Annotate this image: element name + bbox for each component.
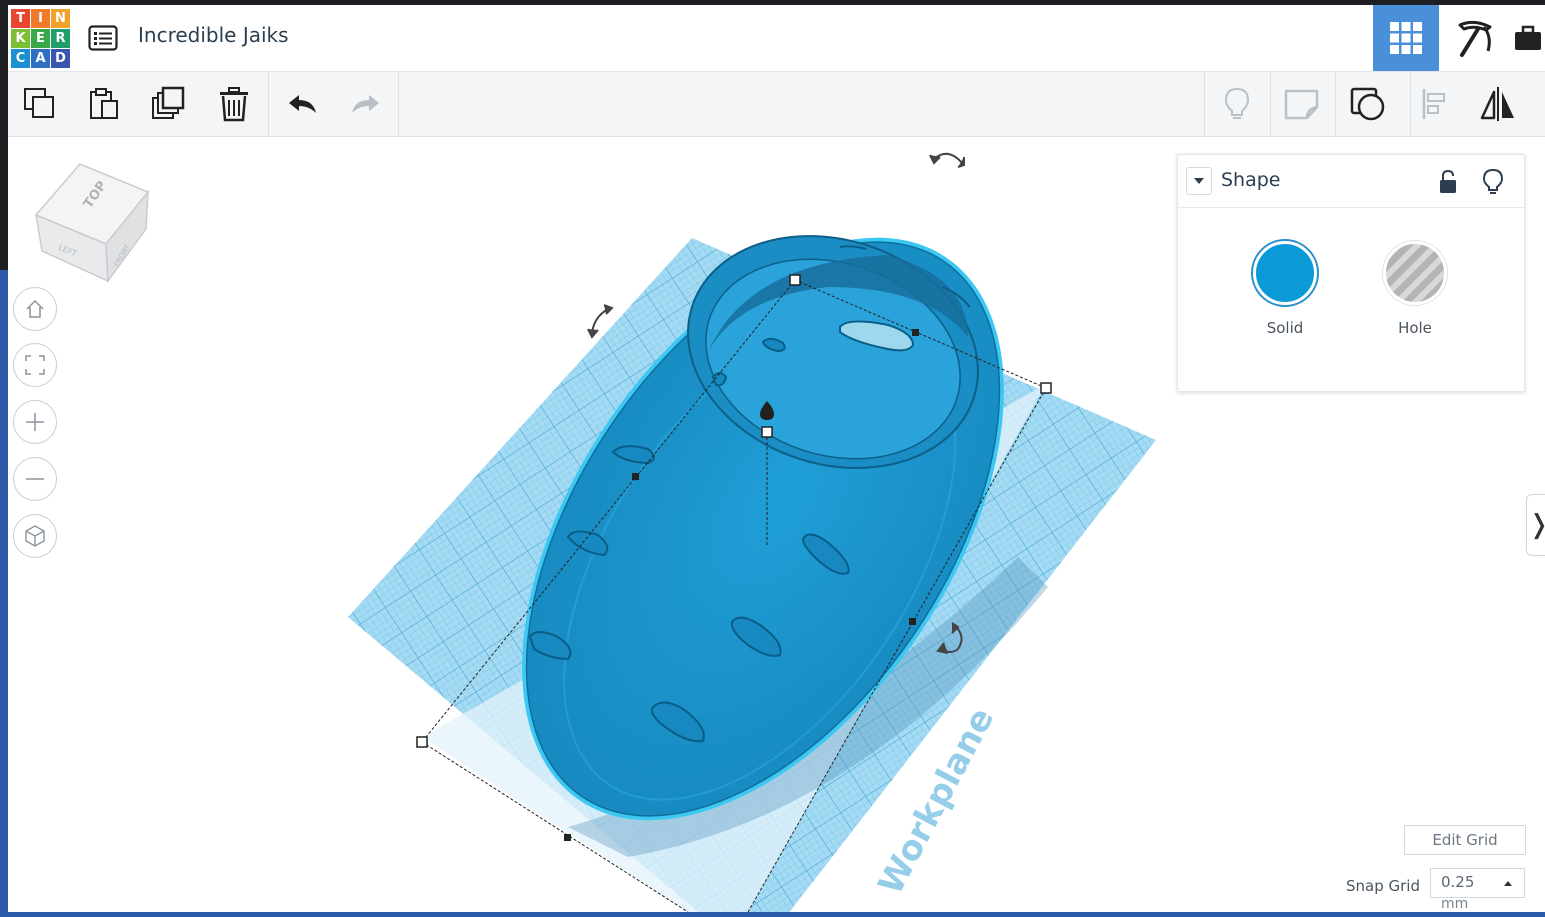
shape-window-icon: [1350, 87, 1385, 121]
collapse-panel-button[interactable]: [1186, 167, 1212, 195]
project-title[interactable]: Incredible Jaiks: [138, 23, 289, 47]
logo-letter: T: [11, 9, 30, 28]
hole-swatch[interactable]: [1383, 241, 1447, 305]
shape-inspector-panel: Shape Solid Hole: [1177, 154, 1525, 392]
solid-option[interactable]: Solid: [1245, 241, 1325, 337]
copy-icon: [24, 88, 54, 118]
top-bar: T I N K E R C A D Incredible Jaiks: [8, 5, 1545, 72]
toolbar-divider: [1204, 72, 1205, 136]
grid-icon: [1390, 22, 1422, 54]
3d-view-button[interactable]: [1373, 5, 1439, 71]
snap-grid-unit: mm: [1441, 896, 1469, 912]
toolbar-divider: [1270, 72, 1271, 136]
hole-label: Hole: [1398, 319, 1432, 337]
toolbar-divider: [268, 72, 269, 136]
view-cube-graphic: TOP LEFT FRONT: [34, 163, 150, 284]
logo-letter: I: [31, 9, 50, 28]
note-icon: [1284, 89, 1319, 120]
height-handle[interactable]: [761, 426, 773, 438]
tinkercad-logo[interactable]: T I N K E R C A D: [11, 9, 71, 69]
perspective-icon: [25, 525, 45, 547]
zoom-in-icon: [26, 413, 44, 431]
delete-button[interactable]: [212, 82, 256, 126]
perspective-button[interactable]: [13, 514, 57, 558]
group-button[interactable]: [1346, 82, 1390, 126]
corner-handle[interactable]: [789, 274, 801, 286]
view-cube[interactable]: TOP LEFT FRONT: [30, 159, 160, 291]
caret-down-icon: [1194, 178, 1204, 184]
undo-button[interactable]: [280, 82, 324, 126]
expand-side-panel-button[interactable]: ❭: [1526, 494, 1545, 556]
align-button[interactable]: [1413, 82, 1457, 126]
copy-button[interactable]: [18, 82, 62, 126]
home-icon: [26, 299, 44, 318]
fit-view-button[interactable]: [13, 343, 57, 387]
edit-grid-button[interactable]: Edit Grid: [1404, 825, 1526, 855]
list-icon: [88, 25, 118, 51]
toolbar-divider: [398, 72, 399, 136]
caret-up-icon: [1504, 881, 1512, 886]
paste-icon: [90, 88, 118, 119]
mirror-button[interactable]: [1476, 82, 1520, 126]
snap-grid-value: 0.25: [1441, 873, 1475, 891]
duplicate-button[interactable]: [147, 82, 191, 126]
align-icon: [1422, 89, 1445, 119]
trash-icon: [220, 87, 248, 122]
briefcase-icon: [1515, 25, 1541, 50]
edge-handle[interactable]: [909, 618, 916, 625]
panel-header: Shape: [1178, 155, 1524, 208]
zoom-in-button[interactable]: [13, 400, 57, 444]
unlock-icon: [1440, 169, 1456, 193]
edge-handle[interactable]: [912, 329, 919, 336]
logo-letter: D: [51, 49, 70, 68]
hole-option[interactable]: Hole: [1375, 241, 1455, 337]
corner-handle[interactable]: [1040, 382, 1052, 394]
redo-icon: [352, 95, 379, 113]
mirror-icon: [1480, 87, 1514, 121]
rotate-arrow-top[interactable]: [929, 152, 965, 168]
design-list-button[interactable]: [86, 21, 120, 55]
logo-letter: N: [51, 9, 70, 28]
tinkercad-app: T I N K E R C A D Incredible Jaiks Workp…: [8, 5, 1545, 912]
snap-grid-select[interactable]: 0.25 mm: [1430, 868, 1525, 912]
solid-swatch[interactable]: [1253, 241, 1317, 305]
toolbar-divider: [1335, 72, 1336, 136]
briefcase-button[interactable]: [1513, 5, 1545, 71]
light-bulb-icon: [1482, 168, 1504, 194]
logo-letter: A: [31, 49, 50, 68]
blocks-view-button[interactable]: [1442, 5, 1508, 71]
window-edge: [0, 270, 8, 917]
window-edge: [0, 912, 1545, 917]
solid-label: Solid: [1266, 319, 1304, 337]
redo-button[interactable]: [344, 82, 388, 126]
light-bulb-icon: [1224, 87, 1250, 119]
home-view-button[interactable]: [13, 287, 57, 331]
corner-handle[interactable]: [416, 736, 428, 748]
logo-letter: K: [11, 29, 30, 48]
zoom-out-button[interactable]: [13, 457, 57, 501]
edge-handle[interactable]: [632, 473, 639, 480]
chevron-right-icon: ❭: [1528, 510, 1545, 540]
notes-button[interactable]: [1280, 82, 1324, 126]
duplicate-icon: [152, 86, 185, 119]
zoom-out-icon: [26, 478, 44, 480]
toolbar-divider: [1410, 72, 1411, 136]
panel-title: Shape: [1221, 169, 1281, 191]
light-bulb-button[interactable]: [1215, 82, 1259, 126]
hide-shape-button[interactable]: [1478, 167, 1508, 197]
undo-icon: [289, 95, 316, 113]
3d-workspace[interactable]: Workplane TOP LEFT FRONT Shape Solid Hol…: [8, 137, 1545, 912]
lock-button[interactable]: [1433, 167, 1463, 197]
logo-letter: R: [51, 29, 70, 48]
paste-button[interactable]: [82, 82, 126, 126]
edge-handle[interactable]: [564, 834, 571, 841]
snap-grid-label: Snap Grid: [1346, 877, 1420, 895]
pickaxe-icon: [1458, 20, 1492, 57]
logo-letter: C: [11, 49, 30, 68]
logo-letter: E: [31, 29, 50, 48]
fit-view-icon: [25, 355, 45, 375]
edit-toolbar: [8, 72, 1545, 137]
